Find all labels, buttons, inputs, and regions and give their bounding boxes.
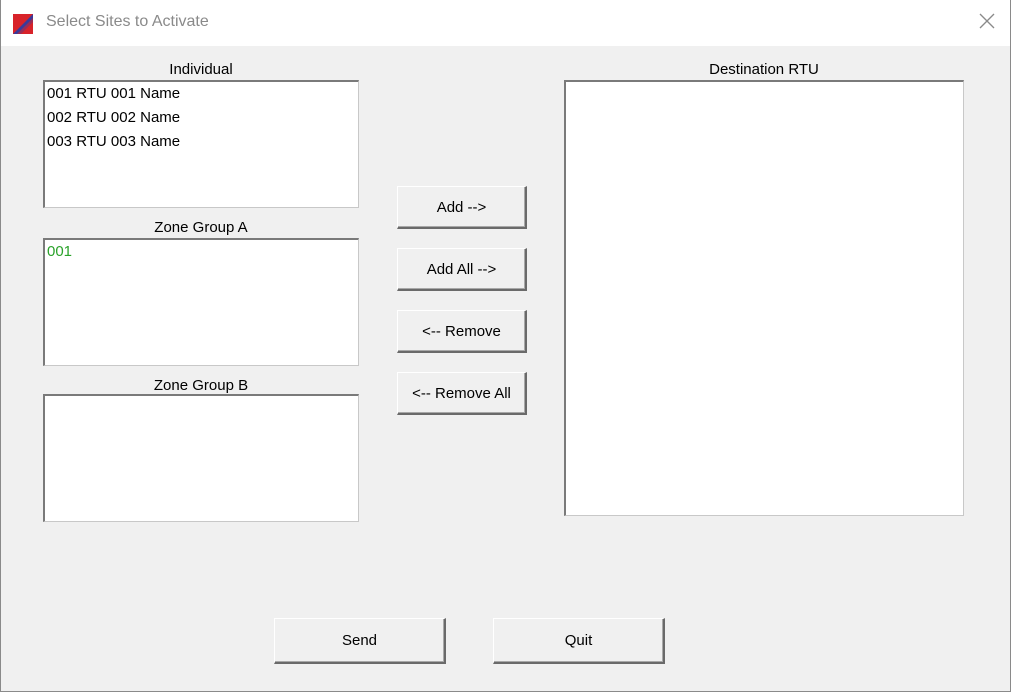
add-button[interactable]: Add --> [397,186,527,229]
close-icon [979,13,995,34]
quit-button[interactable]: Quit [493,618,665,664]
list-item[interactable]: 001 RTU 001 Name [45,82,358,106]
window-title: Select Sites to Activate [46,13,209,30]
remove-all-button[interactable]: <-- Remove All [397,372,527,415]
app-logo-icon [13,14,33,34]
list-item[interactable]: 001 [45,240,358,264]
destination-rtu-label: Destination RTU [709,61,819,78]
close-button[interactable] [972,8,1002,38]
add-all-button[interactable]: Add All --> [397,248,527,291]
send-button[interactable]: Send [274,618,446,664]
list-item[interactable]: 003 RTU 003 Name [45,130,358,154]
zone-group-a-label: Zone Group A [154,219,248,236]
zone-group-b-listbox[interactable] [43,394,359,522]
zone-group-b-label: Zone Group B [153,377,249,394]
title-bar: Select Sites to Activate [1,0,1010,46]
remove-button[interactable]: <-- Remove [397,310,527,353]
individual-label: Individual [169,61,233,78]
select-sites-dialog: Select Sites to Activate Individual 001 … [0,0,1011,692]
destination-rtu-listbox[interactable] [564,80,964,516]
individual-listbox[interactable]: 001 RTU 001 Name 002 RTU 002 Name 003 RTU … [43,80,359,208]
zone-group-a-listbox[interactable]: 001 [43,238,359,366]
list-item[interactable]: 002 RTU 002 Name [45,106,358,130]
